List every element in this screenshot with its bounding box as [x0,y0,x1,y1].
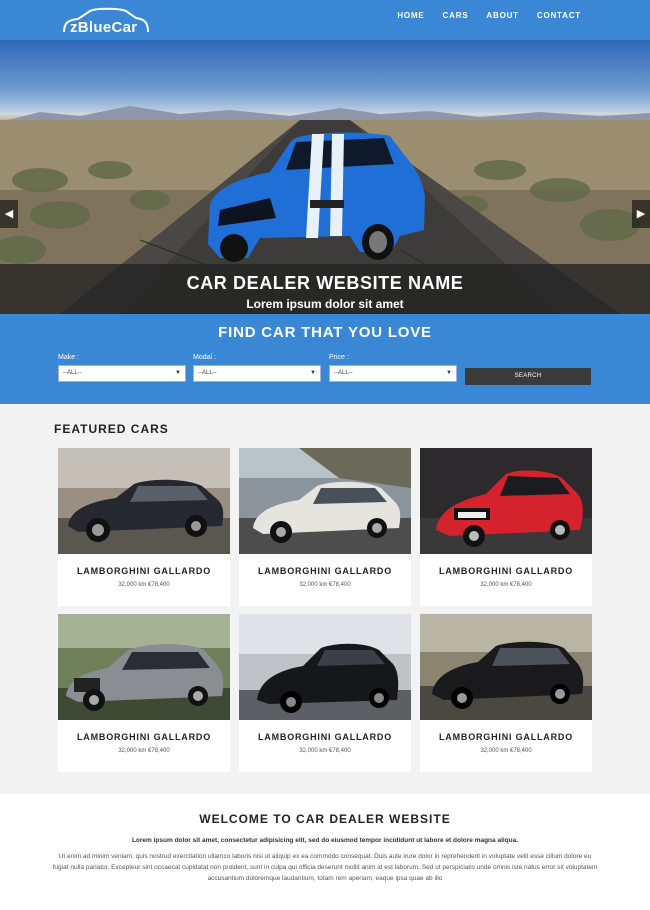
make-field: Make : --ALL-- ▼ [58,354,186,382]
make-select[interactable]: --ALL-- ▼ [58,365,186,382]
make-select-value: --ALL-- [63,370,82,376]
price-field: Price : --ALL-- ▼ [329,354,457,382]
logo[interactable]: zBlueCar [62,6,152,36]
featured-title: FEATURED CARS [54,422,169,436]
car-name: LAMBORGHINI GALLARDO [439,732,573,742]
car-photo [420,448,592,554]
nav-about[interactable]: ABOUT [477,0,527,32]
car-card[interactable]: LAMBORGHINI GALLARDO 32,000 km €78,400 [420,448,592,606]
car-name: LAMBORGHINI GALLARDO [77,566,211,576]
welcome-lead: Lorem ipsum dolor sit amet, consectetur … [131,837,519,844]
welcome-title: WELCOME TO CAR DEALER WEBSITE [199,812,451,826]
model-field: Modal : --ALL-- ▼ [193,354,321,382]
make-label: Make : [58,354,80,361]
welcome-body: Ut enim ad minim veniam, quis nostrud ex… [52,853,598,882]
model-select[interactable]: --ALL-- ▼ [193,365,321,382]
car-meta: 32,000 km €78,400 [299,582,351,588]
welcome-section: WELCOME TO CAR DEALER WEBSITE Lorem ipsu… [0,794,650,910]
featured-section: FEATURED CARS LAMBORGHINI GALLARDO 32,00… [0,404,650,794]
car-photo [420,614,592,720]
price-label: Price : [329,354,349,361]
model-select-value: --ALL-- [198,370,217,376]
hero-car-image [208,132,425,262]
car-name: LAMBORGHINI GALLARDO [77,732,211,742]
hero-title: CAR DEALER WEBSITE NAME [186,273,464,293]
mountains-graphic [0,106,650,122]
hero-caption: CAR DEALER WEBSITE NAME Lorem ipsum dolo… [0,264,650,314]
caret-down-icon: ▼ [175,370,181,376]
car-meta: 32,000 km €78,400 [480,582,532,588]
car-card[interactable]: LAMBORGHINI GALLARDO 32,000 km €78,400 [420,614,592,772]
car-card[interactable]: LAMBORGHINI GALLARDO 32,000 km €78,400 [58,614,230,772]
car-photo [239,614,411,720]
car-meta: 32,000 km €78,400 [480,748,532,754]
caret-down-icon: ▼ [446,370,452,376]
nav-cars[interactable]: CARS [434,0,478,32]
car-meta: 32,000 km €78,400 [118,748,170,754]
search-title: FIND CAR THAT YOU LOVE [218,324,432,341]
price-select[interactable]: --ALL-- ▼ [329,365,457,382]
slider-next-button[interactable]: ▶ [632,200,650,228]
car-name: LAMBORGHINI GALLARDO [439,566,573,576]
car-photo [58,614,230,720]
car-photo [239,448,411,554]
car-name: LAMBORGHINI GALLARDO [258,566,392,576]
car-card[interactable]: LAMBORGHINI GALLARDO 32,000 km €78,400 [58,448,230,606]
caret-down-icon: ▼ [310,370,316,376]
main-menu: HOME CARS ABOUT CONTACT [388,0,590,32]
car-search-panel: FIND CAR THAT YOU LOVE Make : --ALL-- ▼ … [0,314,650,404]
top-nav: zBlueCar HOME CARS ABOUT CONTACT [0,0,650,40]
hero-subtitle: Lorem ipsum dolor sit amet [246,297,404,311]
brand-name: zBlueCar [70,19,138,36]
nav-home[interactable]: HOME [388,0,433,32]
nav-contact[interactable]: CONTACT [528,0,590,32]
slider-prev-button[interactable]: ◀ [0,200,18,228]
model-label: Modal : [193,354,216,361]
price-select-value: --ALL-- [334,370,353,376]
search-button[interactable]: SEARCH [465,368,591,385]
car-meta: 32,000 km €78,400 [299,748,351,754]
car-meta: 32,000 km €78,400 [118,582,170,588]
chevron-right-icon: ▶ [636,208,646,220]
chevron-left-icon: ◀ [4,208,14,220]
car-card[interactable]: LAMBORGHINI GALLARDO 32,000 km €78,400 [239,448,411,606]
car-name: LAMBORGHINI GALLARDO [258,732,392,742]
car-photo [58,448,230,554]
car-card[interactable]: LAMBORGHINI GALLARDO 32,000 km €78,400 [239,614,411,772]
